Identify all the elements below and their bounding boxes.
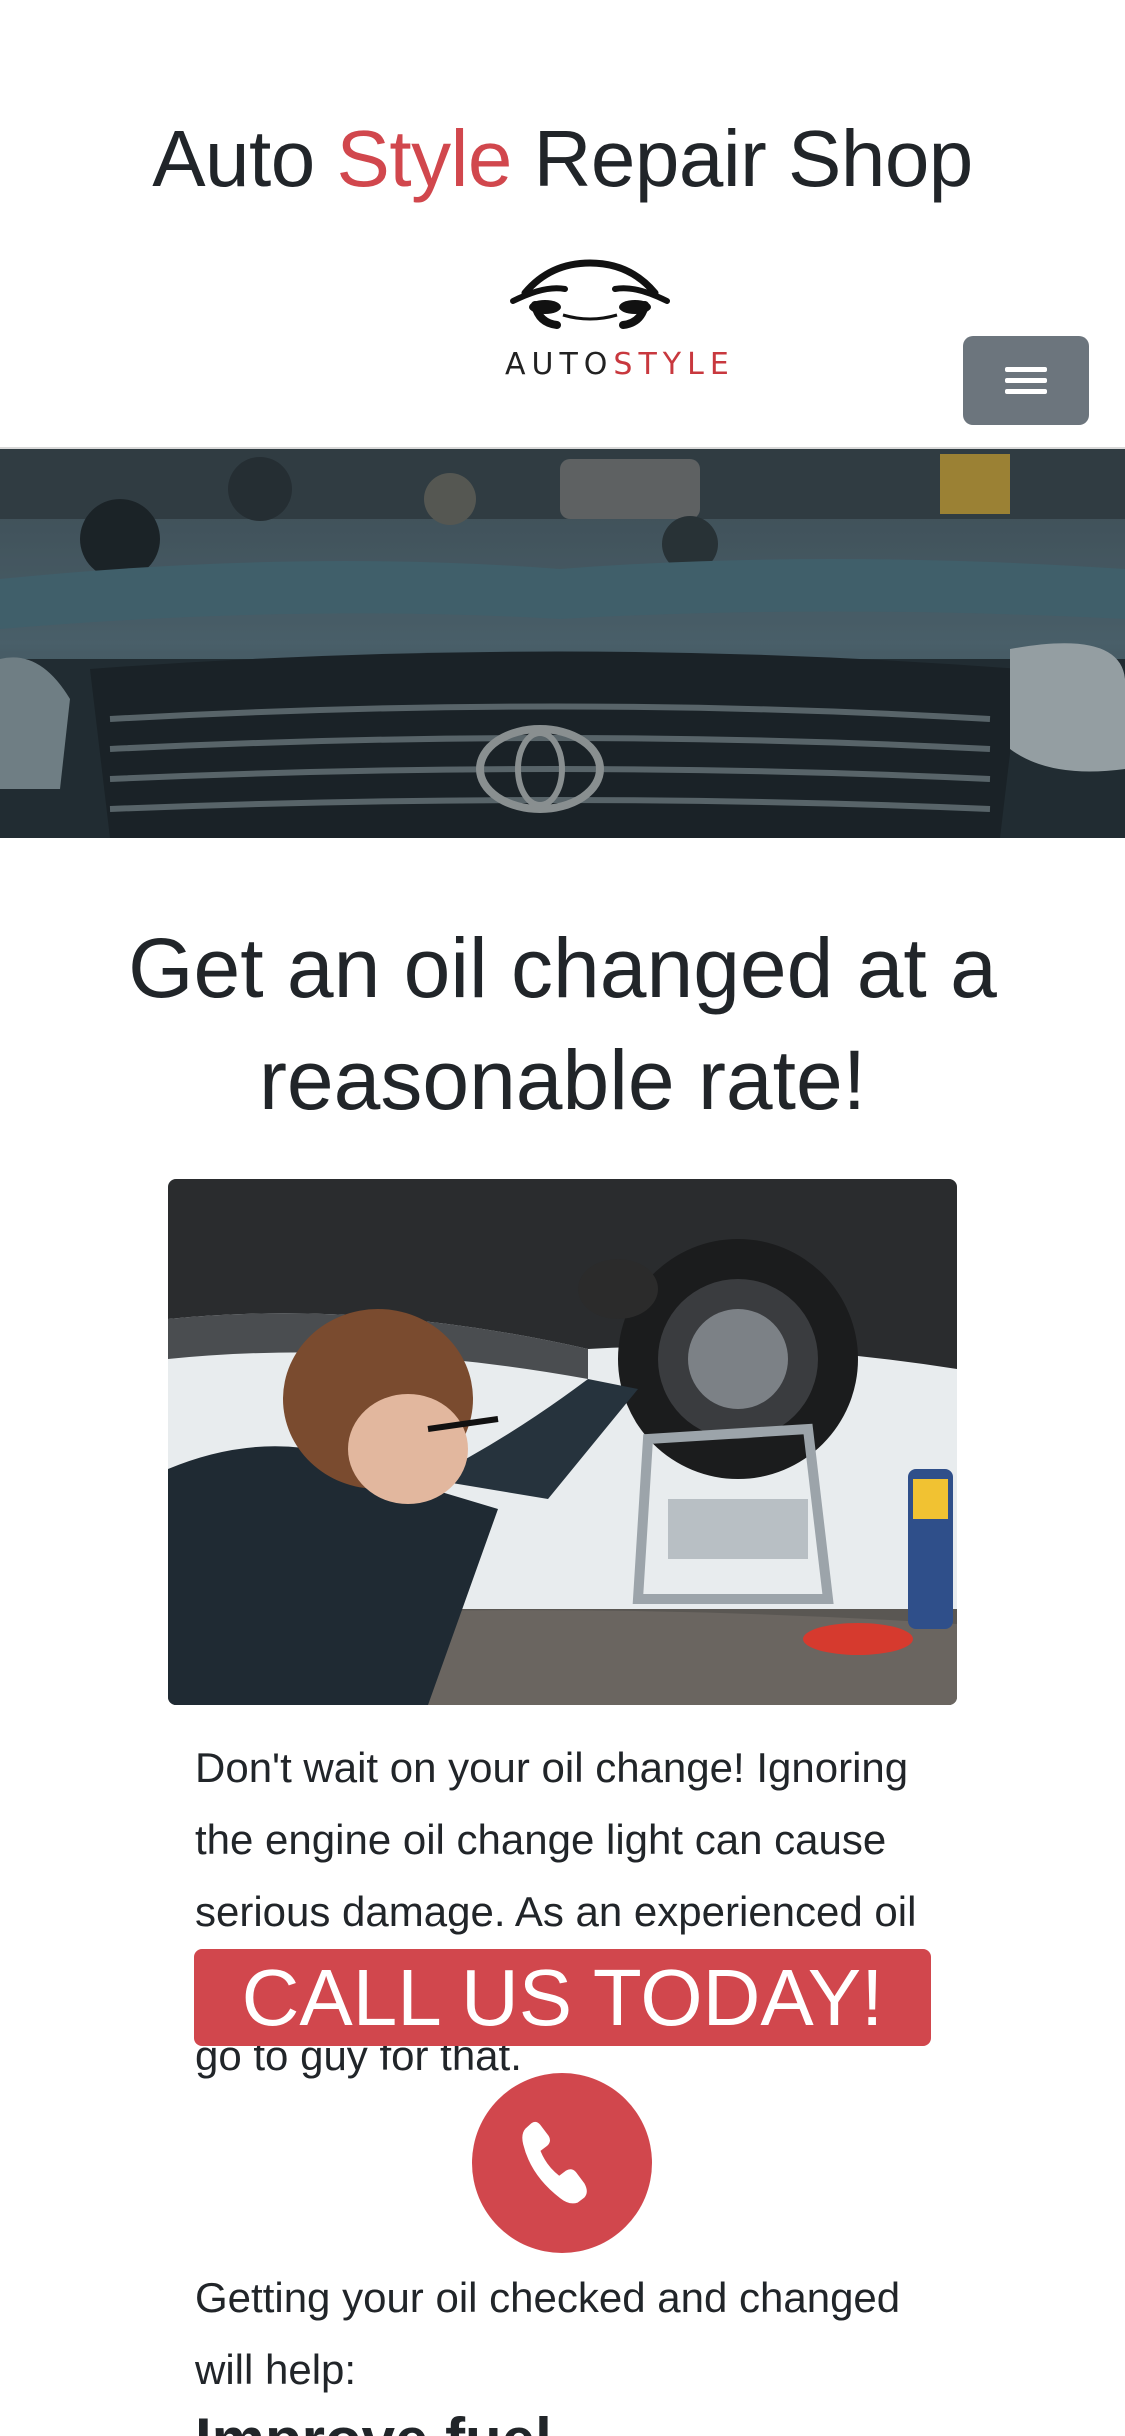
logo-wordmark-auto: AUTO xyxy=(505,347,614,382)
logo-wordmark-style: STYLE xyxy=(613,347,735,382)
site-title-prefix: Auto xyxy=(152,114,337,203)
page-headline: Get an oil changed at a reasonable rate! xyxy=(128,921,997,1127)
call-button[interactable] xyxy=(472,2073,652,2253)
phone-icon xyxy=(522,2121,587,2204)
call-us-today-button[interactable]: CALL US TODAY! xyxy=(194,1949,931,2046)
benefits-intro: Getting your oil checked and changed wil… xyxy=(195,2274,901,2393)
site-title-suffix: Repair Shop xyxy=(511,114,974,203)
logo-wordmark: AUTOSTYLE xyxy=(505,347,729,383)
car-silhouette-icon xyxy=(510,259,670,329)
autostyle-logo[interactable]: AUTOSTYLE xyxy=(505,255,729,385)
page: Auto Style Repair Shop AUTOSTYLE Get an … xyxy=(0,0,1125,2436)
site-title-accent: Style xyxy=(336,114,512,203)
benefit-heading: Improve fuel xyxy=(195,2400,552,2436)
site-header: Auto Style Repair Shop AUTOSTYLE xyxy=(0,0,1125,449)
hero-image xyxy=(0,449,1125,838)
site-title: Auto Style Repair Shop xyxy=(0,104,1125,214)
mechanic-photo xyxy=(168,1179,957,1705)
menu-toggle-button[interactable] xyxy=(963,336,1089,425)
